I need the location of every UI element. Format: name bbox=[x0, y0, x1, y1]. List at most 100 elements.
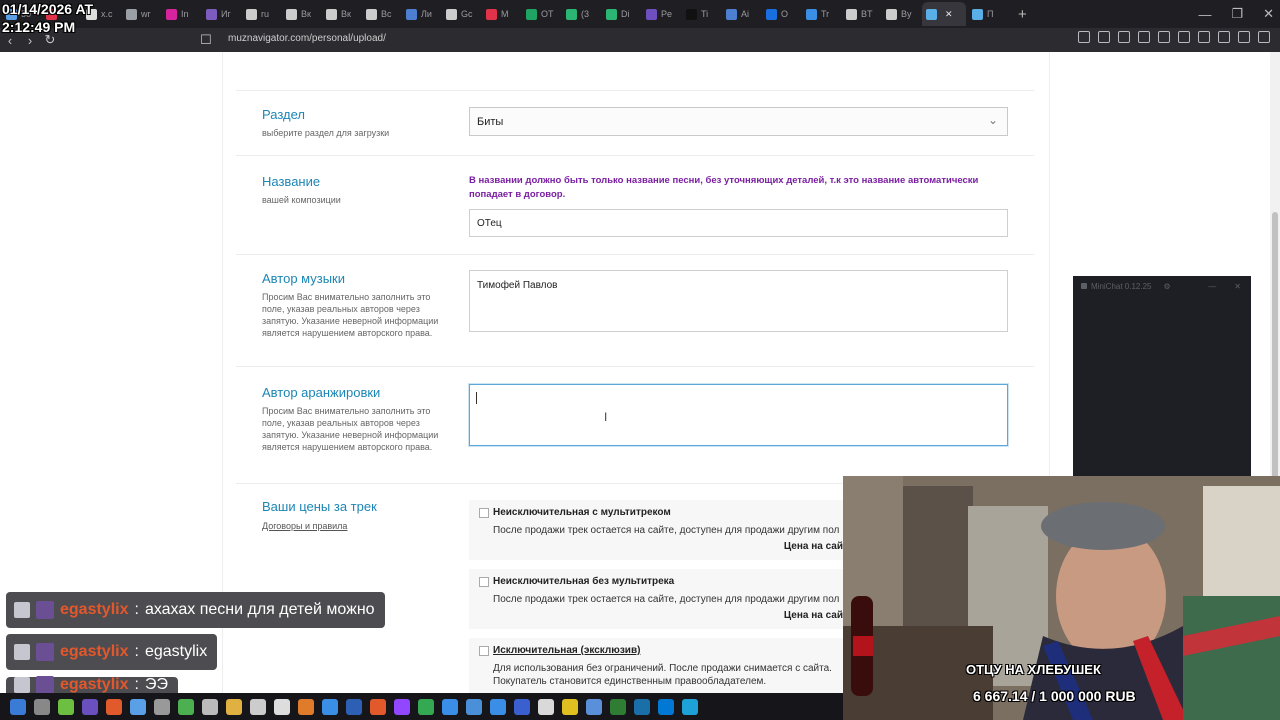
tab-favicon-icon bbox=[972, 8, 983, 20]
browser-tab[interactable]: Ли bbox=[402, 2, 440, 26]
title-input[interactable]: ОТец bbox=[469, 209, 1008, 237]
browser-tab[interactable]: M bbox=[482, 2, 520, 26]
app-icon[interactable] bbox=[538, 698, 554, 715]
browser-tab[interactable]: Tr bbox=[802, 2, 840, 26]
music-author-textarea[interactable]: Тимофей Павлов bbox=[469, 270, 1008, 332]
gear-icon[interactable] bbox=[274, 698, 290, 715]
app-icon[interactable] bbox=[490, 698, 506, 715]
tab-favicon-icon bbox=[686, 8, 697, 20]
tab-close-icon[interactable]: ✕ bbox=[945, 9, 953, 20]
minichat-title: MiniChat 0.12.25 bbox=[1091, 281, 1152, 291]
browser-tab[interactable]: Вк bbox=[322, 2, 360, 26]
app-icon[interactable] bbox=[418, 698, 434, 715]
browser-tab[interactable]: Pe bbox=[642, 2, 680, 26]
browser-tab[interactable]: O bbox=[762, 2, 800, 26]
app-icon[interactable] bbox=[130, 698, 146, 715]
tab-favicon-icon bbox=[326, 8, 337, 20]
minimize-icon[interactable]: — bbox=[1208, 282, 1216, 291]
steam-icon[interactable] bbox=[634, 698, 650, 715]
browser-tab[interactable]: wr bbox=[122, 2, 160, 26]
arrangement-author-textarea[interactable] bbox=[469, 384, 1008, 446]
sidebar-icon[interactable] bbox=[1198, 31, 1210, 43]
search-icon[interactable] bbox=[34, 698, 50, 715]
extension-icon[interactable] bbox=[1098, 31, 1110, 43]
browser-tab[interactable]: Ti bbox=[682, 2, 720, 26]
gear-icon[interactable]: ⚙ bbox=[1163, 282, 1170, 291]
app-icon[interactable] bbox=[226, 698, 242, 715]
title-warning: В названии должно быть только название п… bbox=[469, 175, 979, 200]
chrome-icon[interactable] bbox=[178, 698, 194, 715]
app-icon[interactable] bbox=[154, 698, 170, 715]
browser-tab[interactable]: By bbox=[882, 2, 920, 26]
app-icon[interactable] bbox=[562, 698, 578, 715]
webcam-overlay bbox=[843, 476, 1280, 720]
extension-icon[interactable] bbox=[1158, 31, 1170, 43]
close-icon[interactable]: ✕ bbox=[1234, 282, 1241, 291]
checkbox[interactable] bbox=[479, 646, 489, 656]
minimize-icon[interactable]: — bbox=[1198, 7, 1211, 22]
app-icon[interactable] bbox=[202, 698, 218, 715]
extension-icon[interactable] bbox=[1138, 31, 1150, 43]
chat-message: egastylix: ахахах песни для детей можно bbox=[6, 592, 385, 628]
browser-tab[interactable]: ru bbox=[242, 2, 280, 26]
app-icon[interactable] bbox=[466, 698, 482, 715]
wallet-icon[interactable] bbox=[1218, 31, 1230, 43]
tab-title: Gc bbox=[461, 9, 473, 19]
browser-tab[interactable]: BT bbox=[842, 2, 880, 26]
extension-icon[interactable] bbox=[1118, 31, 1130, 43]
app-icon[interactable] bbox=[106, 698, 122, 715]
chat-nick: egastylix bbox=[60, 643, 129, 660]
twitch-icon[interactable] bbox=[394, 698, 410, 715]
app-icon[interactable] bbox=[442, 698, 458, 715]
tab-title: Вк bbox=[301, 9, 311, 19]
browser-tab[interactable]: In bbox=[162, 2, 200, 26]
contracts-link[interactable]: Договоры и правила bbox=[262, 520, 452, 532]
tab-title: Pe bbox=[661, 9, 673, 19]
close-icon[interactable]: ✕ bbox=[1263, 6, 1274, 22]
edge-icon[interactable] bbox=[682, 698, 698, 715]
tab-title: wr bbox=[141, 9, 151, 19]
app-icon[interactable] bbox=[514, 698, 530, 715]
app-icon[interactable] bbox=[658, 698, 674, 715]
app-icon[interactable] bbox=[586, 698, 602, 715]
section-select[interactable]: Биты ⌄ bbox=[469, 107, 1008, 136]
browser-tab[interactable]: Ai bbox=[722, 2, 760, 26]
shield-icon[interactable] bbox=[1238, 31, 1250, 43]
new-tab-button[interactable]: + bbox=[1018, 6, 1027, 23]
minichat-window: MiniChat 0.12.25 ⚙ — ✕ bbox=[1073, 276, 1251, 476]
browser-tab[interactable]: Иг bbox=[202, 2, 240, 26]
bookmark-icon[interactable]: ☐ bbox=[196, 32, 216, 48]
browser-tab[interactable]: П bbox=[968, 2, 1006, 26]
tab-title: Tr bbox=[821, 9, 830, 19]
app-icon[interactable] bbox=[298, 698, 314, 715]
tab-favicon-icon bbox=[766, 8, 777, 20]
brave-icon[interactable] bbox=[370, 698, 386, 715]
checkbox[interactable] bbox=[479, 577, 489, 587]
checkbox[interactable] bbox=[479, 508, 489, 518]
app-icon[interactable] bbox=[346, 698, 362, 715]
app-icon[interactable] bbox=[610, 698, 626, 715]
tab-favicon-icon bbox=[606, 8, 617, 20]
url-field[interactable]: muznavigator.com/personal/upload/ bbox=[228, 33, 386, 44]
screen: 50 x.c wr In Иг ru Вк Вк Вс Ли Gc M OT (3 Di Pe Ti Ai O Tr B… bbox=[0, 0, 1280, 720]
tab-title: Иг bbox=[221, 9, 231, 19]
browser-tab[interactable]: Gc bbox=[442, 2, 480, 26]
menu-icon[interactable] bbox=[1258, 31, 1270, 43]
tab-title: Ли bbox=[421, 9, 432, 19]
browser-tab[interactable]: Вк bbox=[282, 2, 320, 26]
extension-icon[interactable] bbox=[1178, 31, 1190, 43]
browser-tab[interactable]: ✕ bbox=[922, 2, 966, 26]
start-icon[interactable] bbox=[10, 698, 26, 715]
app-icon[interactable] bbox=[82, 698, 98, 715]
browser-tab[interactable]: OT bbox=[522, 2, 560, 26]
app-icon[interactable] bbox=[322, 698, 338, 715]
app-icon[interactable] bbox=[250, 698, 266, 715]
browser-tab[interactable]: Вс bbox=[362, 2, 400, 26]
extension-icon[interactable] bbox=[1078, 31, 1090, 43]
app-icon[interactable] bbox=[58, 698, 74, 715]
maximize-icon[interactable]: ❐ bbox=[1231, 6, 1243, 22]
browser-tab[interactable]: (3 bbox=[562, 2, 600, 26]
tab-favicon-icon bbox=[566, 8, 577, 20]
tab-favicon-icon bbox=[886, 8, 897, 20]
browser-tab[interactable]: Di bbox=[602, 2, 640, 26]
